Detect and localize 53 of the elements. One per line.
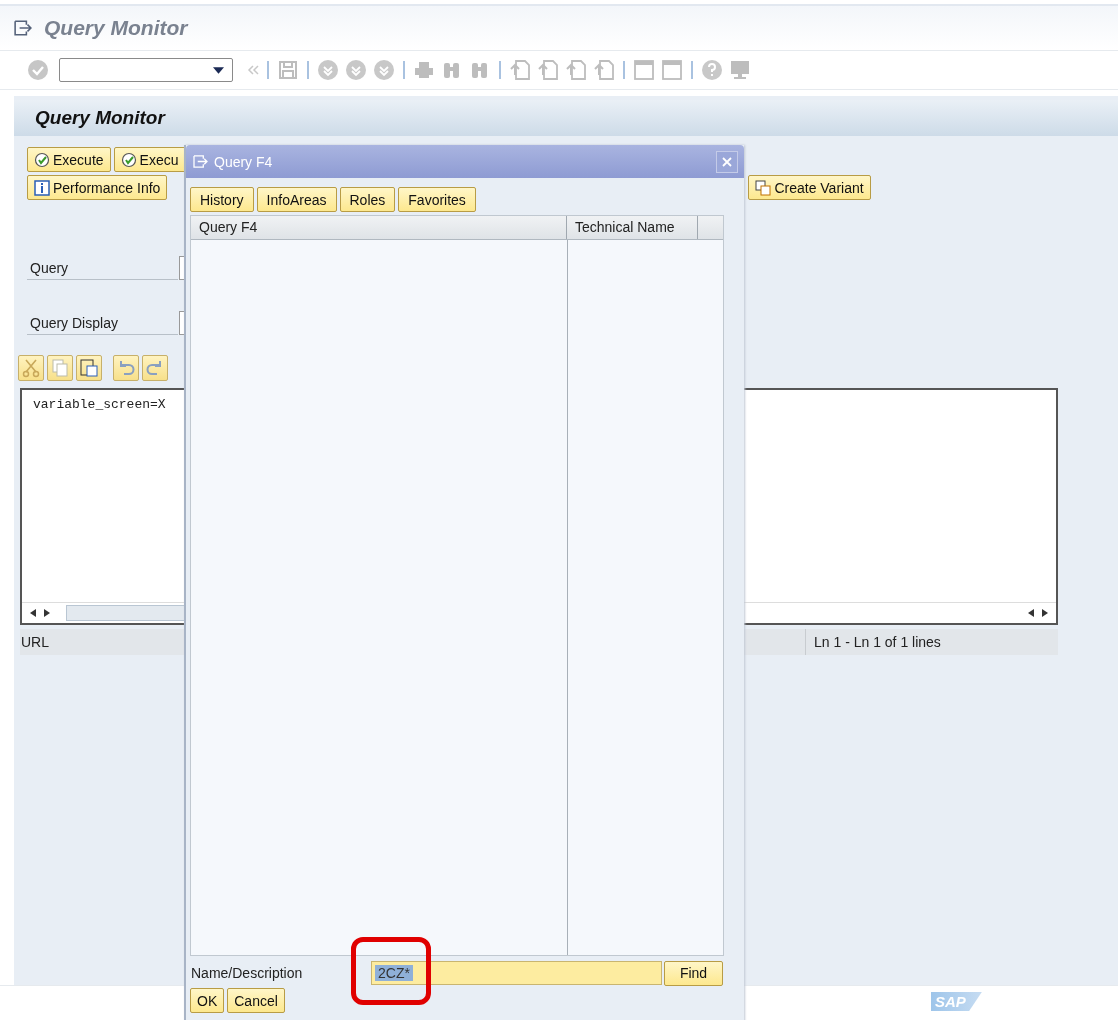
- ok-button[interactable]: OK: [190, 988, 225, 1013]
- exit-icon: [193, 155, 208, 168]
- window-title: Query Monitor: [44, 16, 188, 40]
- dialog-title: Query F4: [214, 153, 274, 170]
- tab-button[interactable]: History: [190, 187, 254, 212]
- code-line: variable_screen=X: [33, 397, 167, 412]
- column-header[interactable]: Query F4: [191, 216, 567, 239]
- page-title: Query Monitor: [35, 107, 165, 129]
- scroll-right-icon[interactable]: [1042, 609, 1048, 617]
- close-button[interactable]: [716, 150, 738, 173]
- create-variant-button[interactable]: Create Variant: [748, 175, 871, 200]
- undo-icon[interactable]: [113, 355, 139, 381]
- scissors-icon[interactable]: [18, 355, 44, 381]
- search-field[interactable]: 2CZ*: [371, 961, 662, 985]
- window-icon[interactable]: [661, 59, 683, 81]
- column-header[interactable]: Technical Name: [567, 216, 698, 239]
- execute-icon: [34, 151, 50, 168]
- performance-info-button[interactable]: Performance Info: [27, 175, 168, 200]
- find-button[interactable]: Find: [664, 960, 723, 986]
- field-label: Query: [27, 260, 178, 280]
- redo-icon[interactable]: [142, 355, 168, 381]
- field-label: Query Display: [27, 315, 178, 335]
- cancel-button[interactable]: Cancel: [227, 988, 285, 1013]
- dropdown-icon[interactable]: [213, 66, 224, 74]
- check-icon[interactable]: [27, 59, 49, 81]
- execute-button[interactable]: Execute: [27, 147, 111, 172]
- monitor-icon[interactable]: [729, 59, 751, 81]
- command-field[interactable]: [59, 58, 233, 82]
- execute-icon: [120, 151, 137, 168]
- info-icon: [34, 179, 50, 196]
- copy-icon[interactable]: [47, 355, 73, 381]
- scroll-left-icon[interactable]: [30, 609, 36, 617]
- execute-button[interactable]: Execu: [113, 147, 186, 172]
- close-icon: [722, 156, 732, 167]
- line-count-text: Ln 1 - Ln 1 of 1 lines: [805, 629, 941, 655]
- page-arrow-icon[interactable]: [565, 59, 587, 81]
- exit-icon: [14, 20, 32, 36]
- tab-button[interactable]: Favorites: [398, 187, 476, 212]
- tab-button[interactable]: InfoAreas: [256, 187, 337, 212]
- copy-icon: [755, 179, 772, 196]
- field-label: Name/Description: [191, 965, 304, 981]
- help-icon[interactable]: [701, 59, 723, 81]
- page-arrow-icon[interactable]: [509, 59, 531, 81]
- scroll-right-icon[interactable]: [44, 609, 50, 617]
- page-arrow-icon[interactable]: [537, 59, 559, 81]
- window-icon[interactable]: [633, 59, 655, 81]
- tab-button[interactable]: Roles: [339, 187, 396, 212]
- page-arrow-icon[interactable]: [593, 59, 615, 81]
- status-text: URL: [20, 634, 50, 650]
- paste-icon[interactable]: [76, 355, 102, 381]
- scroll-left-icon[interactable]: [1028, 609, 1034, 617]
- logo: SAP: [931, 992, 982, 1011]
- double-chevron-icon[interactable]: [247, 65, 259, 75]
